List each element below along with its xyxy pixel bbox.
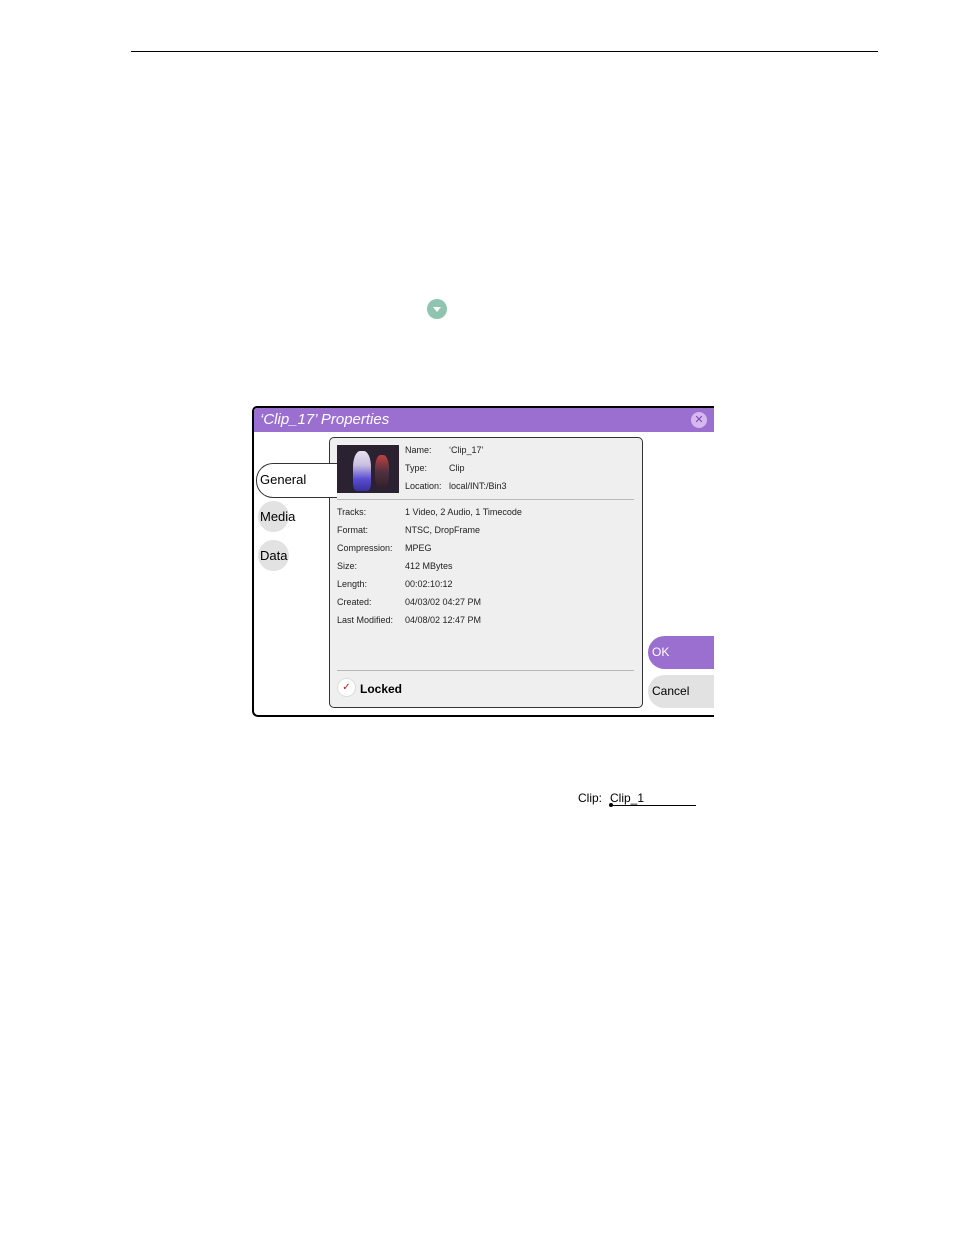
format-value: NTSC, DropFrame bbox=[405, 525, 481, 535]
name-value: ‘Clip_17’ bbox=[449, 445, 484, 455]
chevron-down-icon bbox=[427, 299, 447, 319]
created-label: Created: bbox=[337, 597, 372, 607]
clip-field[interactable]: Clip_1 bbox=[610, 791, 644, 805]
type-label: Type: bbox=[405, 463, 428, 473]
format-label: Format: bbox=[337, 525, 369, 535]
location-label: Location: bbox=[405, 481, 442, 491]
compression-label: Compression: bbox=[337, 543, 393, 553]
tracks-value: 1 Video, 2 Audio, 1 Timecode bbox=[405, 507, 522, 517]
length-label: Length: bbox=[337, 579, 368, 589]
tab-media[interactable]: Media bbox=[258, 501, 295, 532]
page-header-rule bbox=[131, 51, 878, 52]
thumbnail-figure bbox=[353, 451, 371, 491]
cancel-button[interactable]: Cancel bbox=[648, 675, 714, 708]
ok-button[interactable]: OK bbox=[648, 636, 714, 669]
cancel-button-label: Cancel bbox=[652, 684, 690, 698]
name-label: Name: bbox=[405, 445, 432, 455]
clip-properties-dialog: ‘Clip_17’ Properties ✕ General Media Dat… bbox=[252, 406, 714, 717]
compression-value: MPEG bbox=[405, 543, 432, 553]
locked-label: Locked bbox=[360, 682, 403, 696]
tab-general-label: General bbox=[260, 472, 307, 487]
size-value: 412 MBytes bbox=[405, 561, 453, 571]
tab-general[interactable]: General bbox=[256, 463, 337, 498]
ok-button-label: OK bbox=[652, 645, 670, 659]
thumbnail-figure bbox=[375, 455, 389, 489]
dialog-title: ‘Clip_17’ Properties bbox=[260, 411, 390, 428]
clip-thumbnail bbox=[337, 445, 399, 493]
tracks-label: Tracks: bbox=[337, 507, 367, 517]
tab-data-label: Data bbox=[260, 548, 288, 563]
tab-media-label: Media bbox=[260, 509, 296, 524]
clip-label: Clip: bbox=[578, 791, 603, 805]
close-icon[interactable]: ✕ bbox=[691, 412, 707, 428]
type-value: Clip bbox=[449, 463, 465, 473]
clip-field-underline bbox=[611, 805, 696, 806]
length-value: 00:02:10:12 bbox=[405, 579, 453, 589]
tab-data[interactable]: Data bbox=[258, 540, 289, 571]
clip-field-cursor bbox=[609, 803, 613, 807]
general-panel: Name: ‘Clip_17’ Type: Clip Location: loc… bbox=[329, 437, 643, 708]
location-value: local/INT:/Bin3 bbox=[449, 481, 507, 491]
last-modified-value: 04/08/02 12:47 PM bbox=[405, 615, 482, 625]
locked-checkbox[interactable]: ✓ bbox=[337, 678, 356, 697]
last-modified-label: Last Modified: bbox=[337, 615, 394, 625]
created-value: 04/03/02 04:27 PM bbox=[405, 597, 482, 607]
dialog-titlebar: ‘Clip_17’ Properties ✕ bbox=[254, 408, 714, 432]
panel-divider bbox=[337, 670, 634, 671]
size-label: Size: bbox=[337, 561, 358, 571]
panel-divider bbox=[337, 499, 634, 500]
